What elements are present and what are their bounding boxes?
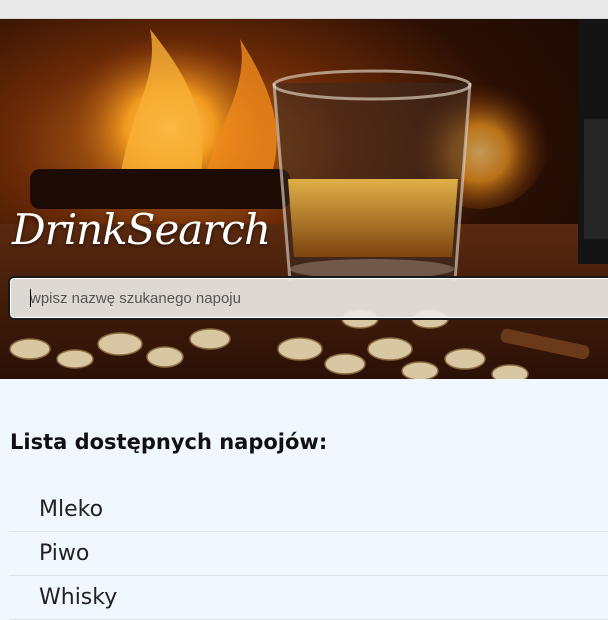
hero-background-image <box>0 19 608 379</box>
search-box[interactable] <box>8 276 608 320</box>
browser-chrome-strip <box>0 0 608 19</box>
drink-list-item[interactable]: Whisky <box>9 576 608 620</box>
drink-list-item[interactable]: Piwo <box>9 532 608 576</box>
drink-list: Mleko Piwo Whisky <box>9 488 608 620</box>
text-caret <box>30 289 31 307</box>
drink-list-item[interactable]: Mleko <box>9 488 608 532</box>
search-input[interactable] <box>30 278 590 318</box>
drink-list-title: Lista dostępnych napojów: <box>10 430 328 454</box>
site-logo[interactable]: DrinkSearch <box>12 205 271 254</box>
hero-banner: DrinkSearch <box>0 19 608 379</box>
